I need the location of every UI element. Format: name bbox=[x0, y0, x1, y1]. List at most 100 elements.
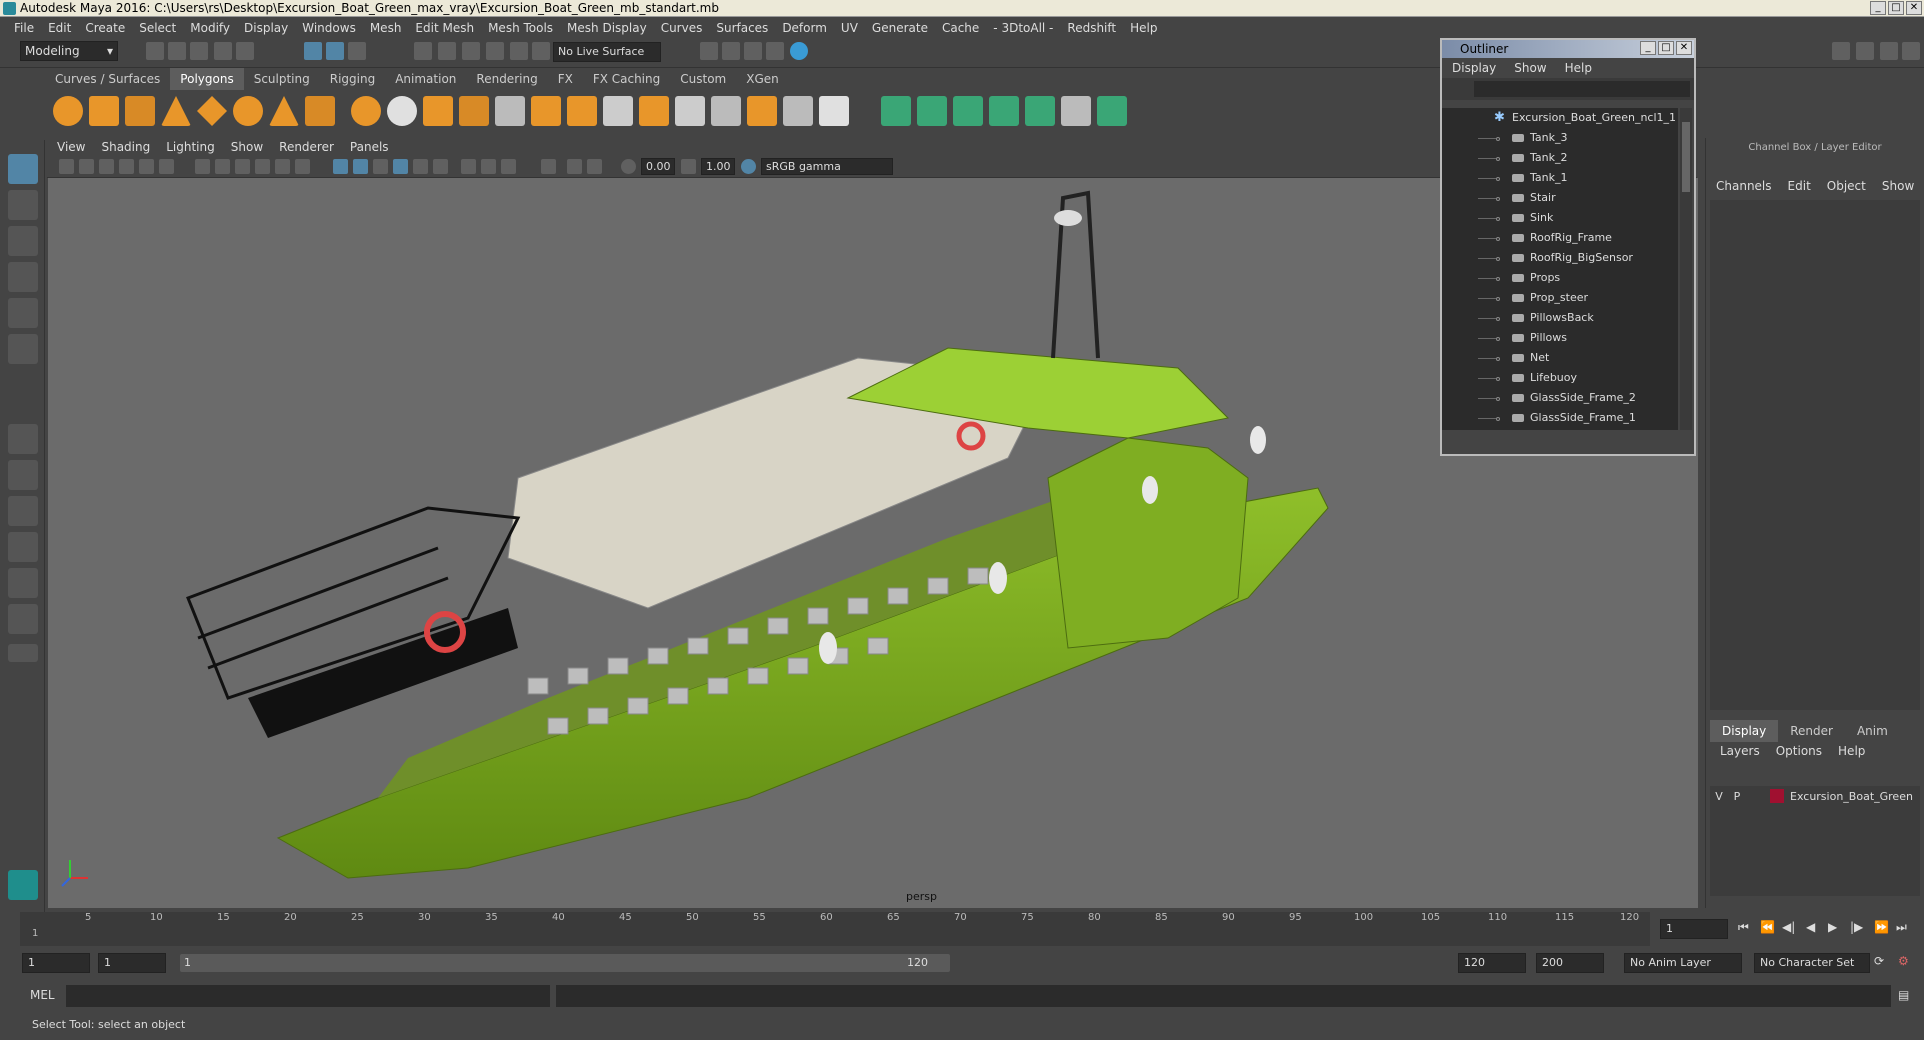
menu-edit[interactable]: Edit bbox=[48, 21, 71, 35]
bridge-icon[interactable] bbox=[567, 96, 597, 126]
render-view-icon[interactable] bbox=[790, 42, 808, 60]
menu-surfaces[interactable]: Surfaces bbox=[716, 21, 768, 35]
shelf-tab-xgen[interactable]: XGen bbox=[736, 68, 789, 90]
select-by-hierarchy-icon[interactable] bbox=[304, 42, 322, 60]
field-chart-icon[interactable] bbox=[275, 159, 290, 174]
menu-redshift[interactable]: Redshift bbox=[1067, 21, 1116, 35]
separate-icon[interactable] bbox=[387, 96, 417, 126]
move-tool-icon[interactable] bbox=[8, 262, 38, 292]
viewport-menu-lighting[interactable]: Lighting bbox=[166, 140, 215, 154]
anim-layer-dropdown[interactable]: No Anim Layer bbox=[1624, 953, 1742, 973]
redo-icon[interactable] bbox=[236, 42, 254, 60]
outliner-item[interactable]: Stair bbox=[1442, 188, 1678, 208]
menu-uv[interactable]: UV bbox=[841, 21, 858, 35]
playback-start-field[interactable]: 1 bbox=[98, 953, 166, 973]
go-to-end-icon[interactable]: ⏭ bbox=[1896, 920, 1907, 935]
ambient-occlusion-icon[interactable] bbox=[461, 159, 476, 174]
channel-menu-edit[interactable]: Edit bbox=[1788, 179, 1811, 193]
mode-selector[interactable]: Modeling bbox=[20, 41, 118, 61]
poly-plane-icon[interactable] bbox=[197, 96, 227, 126]
multi-cut-icon[interactable] bbox=[711, 96, 741, 126]
hypershade-icon[interactable] bbox=[766, 42, 784, 60]
outliner-item[interactable]: Pillows bbox=[1442, 328, 1678, 348]
uv-editor-icon[interactable] bbox=[1025, 96, 1055, 126]
poly-pipe-icon[interactable] bbox=[305, 96, 335, 126]
poly-cone-icon[interactable] bbox=[161, 96, 191, 126]
outliner-item[interactable]: Tank_3 bbox=[1442, 128, 1678, 148]
bookmark-icon[interactable] bbox=[99, 159, 114, 174]
lasso-tool-icon[interactable] bbox=[8, 190, 38, 220]
spherical-mapping-icon[interactable] bbox=[953, 96, 983, 126]
textured-icon[interactable] bbox=[393, 159, 408, 174]
start-time-field[interactable]: 1 bbox=[22, 953, 90, 973]
snap-point-icon[interactable] bbox=[462, 42, 480, 60]
layout-icon[interactable] bbox=[1856, 42, 1874, 60]
motion-blur-icon[interactable] bbox=[481, 159, 496, 174]
paint-select-icon[interactable] bbox=[8, 226, 38, 256]
single-view-layout-icon[interactable] bbox=[8, 424, 38, 454]
poly-cylinder-icon[interactable] bbox=[125, 96, 155, 126]
outliner-item[interactable]: Props bbox=[1442, 268, 1678, 288]
automatic-mapping-icon[interactable] bbox=[989, 96, 1019, 126]
outliner-item[interactable]: GlassSide_Frame_1 bbox=[1442, 408, 1678, 428]
persp-graph-layout-icon[interactable] bbox=[8, 568, 38, 598]
snap-view-icon[interactable] bbox=[486, 42, 504, 60]
menu-windows[interactable]: Windows bbox=[302, 21, 356, 35]
snap-surface-icon[interactable] bbox=[510, 42, 528, 60]
step-back-icon[interactable]: ⏪ bbox=[1760, 920, 1775, 934]
time-slider[interactable]: 5 10 15 20 25 30 35 40 45 50 55 60 65 70… bbox=[20, 912, 1650, 946]
close-button[interactable]: ✕ bbox=[1906, 1, 1922, 15]
go-to-start-icon[interactable]: ⏮ bbox=[1738, 920, 1749, 935]
layer-playback-toggle[interactable]: P bbox=[1728, 790, 1746, 803]
step-back-key-icon[interactable]: ◀| bbox=[1782, 920, 1795, 934]
outliner-item[interactable]: Prop_steer bbox=[1442, 288, 1678, 308]
gate-mask-icon[interactable] bbox=[255, 159, 270, 174]
outliner-item[interactable]: RoofRig_BigSensor bbox=[1442, 248, 1678, 268]
range-slider[interactable]: 1 120 bbox=[180, 954, 950, 972]
play-backwards-icon[interactable]: ◀ bbox=[1806, 920, 1815, 934]
image-plane-icon[interactable] bbox=[119, 159, 134, 174]
outliner-menu-show[interactable]: Show bbox=[1514, 61, 1546, 75]
menu-curves[interactable]: Curves bbox=[661, 21, 703, 35]
planar-mapping-icon[interactable] bbox=[881, 96, 911, 126]
open-scene-icon[interactable] bbox=[168, 42, 186, 60]
outliner-scroll-thumb[interactable] bbox=[1682, 122, 1690, 192]
film-gate-icon[interactable] bbox=[215, 159, 230, 174]
outliner-menu-help[interactable]: Help bbox=[1565, 61, 1592, 75]
extrude-icon[interactable] bbox=[531, 96, 561, 126]
shadows-icon[interactable] bbox=[433, 159, 448, 174]
grease-pencil-icon[interactable] bbox=[159, 159, 174, 174]
collapse-toolbox-icon[interactable] bbox=[8, 644, 38, 662]
outliner-item[interactable]: RoofRig_Frame bbox=[1442, 228, 1678, 248]
layer-tab-display[interactable]: Display bbox=[1710, 720, 1779, 742]
poly-pyramid-icon[interactable] bbox=[269, 96, 299, 126]
select-tool-icon[interactable] bbox=[8, 154, 38, 184]
ipr-render-icon[interactable] bbox=[722, 42, 740, 60]
select-by-object-icon[interactable] bbox=[326, 42, 344, 60]
snap-curve-icon[interactable] bbox=[438, 42, 456, 60]
outliner-item[interactable]: Lifebuoy bbox=[1442, 368, 1678, 388]
viewport-menu-shading[interactable]: Shading bbox=[101, 140, 150, 154]
camera-select-icon[interactable] bbox=[59, 159, 74, 174]
attribute-toggle-icon[interactable] bbox=[1902, 42, 1920, 60]
shelf-tab-animation[interactable]: Animation bbox=[385, 68, 467, 90]
viewport-menu-view[interactable]: View bbox=[57, 140, 85, 154]
scale-tool-icon[interactable] bbox=[8, 334, 38, 364]
checker-icon[interactable] bbox=[1061, 96, 1091, 126]
shelf-tab-sculpting[interactable]: Sculpting bbox=[243, 68, 320, 90]
mirror-icon[interactable] bbox=[819, 96, 849, 126]
mel-label[interactable]: MEL bbox=[30, 988, 55, 1002]
resolution-gate-icon[interactable] bbox=[235, 159, 250, 174]
safe-action-icon[interactable] bbox=[295, 159, 310, 174]
outliner-item[interactable]: Tank_1 bbox=[1442, 168, 1678, 188]
merge-icon[interactable] bbox=[747, 96, 777, 126]
channel-menu-channels[interactable]: Channels bbox=[1716, 179, 1772, 193]
viewport-menu-show[interactable]: Show bbox=[231, 140, 263, 154]
gamma-field[interactable]: 1.00 bbox=[701, 158, 735, 175]
workspace-icon[interactable] bbox=[1832, 42, 1850, 60]
menu-create[interactable]: Create bbox=[85, 21, 125, 35]
combine-icon[interactable] bbox=[351, 96, 381, 126]
menu-cache[interactable]: Cache bbox=[942, 21, 979, 35]
step-forward-icon[interactable]: ⏩ bbox=[1874, 920, 1889, 934]
xray-joints-icon[interactable] bbox=[587, 159, 602, 174]
